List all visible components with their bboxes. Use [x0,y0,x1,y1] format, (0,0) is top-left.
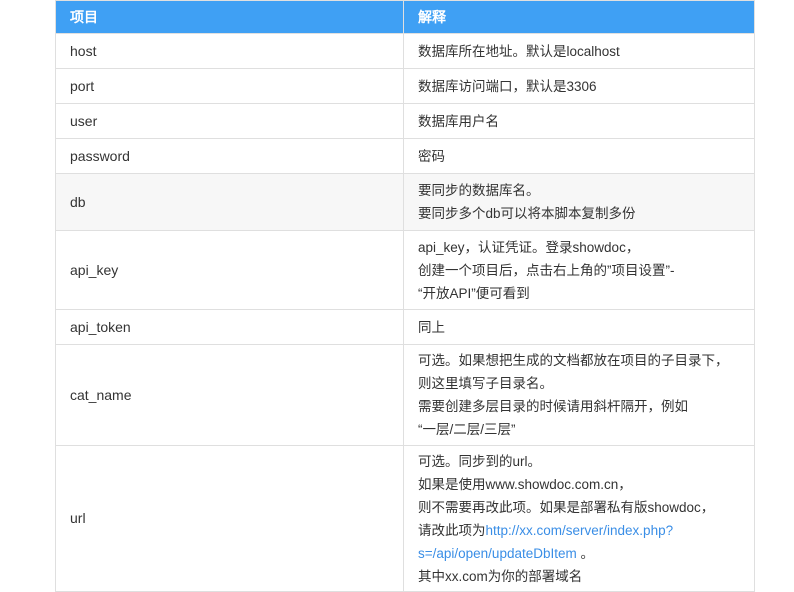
update-db-item-link[interactable]: http://xx.com/server/index.php? [486,523,674,538]
table-row: api_token 同上 [55,309,755,345]
value-line: 数据库访问端口，默认是3306 [418,78,597,94]
header-item: 项目 [55,0,404,34]
row-key: port [55,68,404,104]
table-row: password 密码 [55,138,755,174]
row-value: 可选。同步到的url。 如果是使用www.showdoc.com.cn， 则不需… [403,445,755,592]
value-line: 可选。如果想把生成的文档都放在项目的子目录下， [418,353,729,368]
value-line: api_key，认证凭证。登录showdoc， [418,239,640,255]
row-value: 数据库所在地址。默认是localhost [403,33,755,69]
row-key: api_token [55,309,404,345]
row-value: 数据库用户名 [403,103,755,139]
value-line: 同上 [418,319,445,335]
table-row: port 数据库访问端口，默认是3306 [55,68,755,104]
value-line: 其中xx.com为你的部署域名 [418,568,583,584]
row-key: host [55,33,404,69]
table-row: cat_name 可选。如果想把生成的文档都放在项目的子目录下， 则这里填写子目… [55,344,755,446]
table-row: api_key api_key，认证凭证。登录showdoc， 创建一个项目后，… [55,230,755,310]
value-line: 请改此项为http://xx.com/server/index.php? [418,519,740,542]
link-prefix: 请改此项为 [418,522,486,538]
row-key: user [55,103,404,139]
value-line: 如果是使用www.showdoc.com.cn， [418,476,632,492]
row-value: api_key，认证凭证。登录showdoc， 创建一个项目后，点击右上角的”项… [403,230,755,310]
row-value: 可选。如果想把生成的文档都放在项目的子目录下， 则这里填写子目录名。 需要创建多… [403,344,755,446]
row-key: api_key [55,230,404,310]
value-line: 需要创建多层目录的时候请用斜杆隔开，例如 [418,399,688,414]
table-header-row: 项目 解释 [55,0,755,34]
table-row: user 数据库用户名 [55,103,755,139]
table-row: url 可选。同步到的url。 如果是使用www.showdoc.com.cn，… [55,445,755,592]
value-line: 可选。同步到的url。 [418,453,542,469]
value-line: 则不需要再改此项。如果是部署私有版showdoc， [418,499,715,515]
row-key: url [55,445,404,592]
value-line: s=/api/open/updateDbItem 。 [418,542,740,565]
row-value: 同上 [403,309,755,345]
value-line: 数据库所在地址。默认是localhost [418,43,620,59]
update-db-item-link-continued[interactable]: s=/api/open/updateDbItem [418,546,577,561]
row-key: password [55,138,404,174]
value-line: 密码 [418,148,445,164]
value-line: 要同步多个db可以将本脚本复制多份 [418,206,636,221]
row-value: 密码 [403,138,755,174]
config-table: 项目 解释 host 数据库所在地址。默认是localhost port 数据库… [55,0,755,592]
row-key: db [55,173,404,231]
row-key: cat_name [55,344,404,446]
value-line: “一层/二层/三层” [418,422,516,437]
value-line: 要同步的数据库名。 [418,183,540,198]
row-value: 数据库访问端口，默认是3306 [403,68,755,104]
table-row: db 要同步的数据库名。 要同步多个db可以将本脚本复制多份 [55,173,755,231]
row-value: 要同步的数据库名。 要同步多个db可以将本脚本复制多份 [403,173,755,231]
link-suffix: 。 [576,545,595,561]
value-line: 数据库用户名 [418,113,499,129]
value-line: 则这里填写子目录名。 [418,376,553,391]
header-explanation: 解释 [403,0,755,34]
value-line: “开放API”便可看到 [418,285,530,301]
table-row: host 数据库所在地址。默认是localhost [55,33,755,69]
value-line: 创建一个项目后，点击右上角的”项目设置”- [418,262,675,278]
